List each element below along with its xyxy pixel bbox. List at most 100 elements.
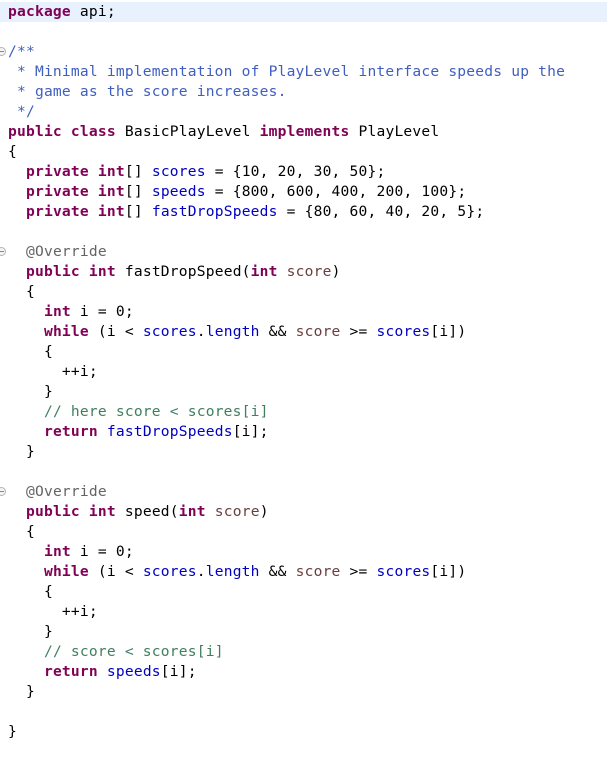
keyword-token: public [25,503,80,520]
code-line[interactable]: { [0,142,607,162]
code-line[interactable]: // here score < scores[i] [0,402,607,422]
code-line[interactable]: return fastDropSpeeds[i]; [0,422,607,442]
keyword-token: int [97,163,125,180]
parameter-token: score [295,563,341,580]
code-line[interactable] [0,22,607,42]
keyword-token: private [25,183,89,200]
code-line[interactable]: while (i < scores.length && score >= sco… [0,562,607,582]
code-editor[interactable]: package api; /** * Minimal implementatio… [0,2,607,742]
keyword-token: private [25,163,89,180]
code-line[interactable]: /** [0,42,607,62]
code-line[interactable]: { [0,282,607,302]
code-line[interactable] [0,462,607,482]
code-token: >= [340,323,377,340]
code-line[interactable]: } [0,622,607,642]
code-token: [i]; [160,663,197,680]
code-line[interactable]: { [0,522,607,542]
code-line[interactable]: } [0,382,607,402]
code-line[interactable]: { [0,582,607,602]
code-line[interactable]: } [0,682,607,702]
code-line[interactable] [0,702,607,722]
code-line[interactable]: ++i; [0,362,607,382]
code-token: } [8,383,53,400]
code-line[interactable]: int i = 0; [0,302,607,322]
field-token: speeds [106,663,161,680]
comment-token: // here score < scores[i] [43,403,269,420]
code-token: && [259,563,296,580]
code-line[interactable]: // score < scores[i] [0,642,607,662]
code-token: BasicPlayLevel [115,123,260,140]
code-token: { [8,343,53,360]
keyword-token: int [88,263,116,280]
code-line[interactable]: public class BasicPlayLevel implements P… [0,122,607,142]
code-token: api; [70,3,116,20]
code-line[interactable]: private int[] speeds = {800, 600, 400, 2… [0,182,607,202]
annotation-token: @Override [25,243,107,260]
code-line[interactable]: private int[] fastDropSpeeds = {80, 60, … [0,202,607,222]
keyword-token: return [43,423,98,440]
keyword-token: int [43,303,71,320]
javadoc-token: */ [8,103,35,120]
current-code-line[interactable]: package api; [0,2,607,22]
code-line[interactable]: { [0,342,607,362]
javadoc-token: /** [8,43,35,60]
code-line[interactable] [0,222,607,242]
code-line[interactable]: } [0,722,607,742]
keyword-token: int [97,183,125,200]
code-line[interactable]: */ [0,102,607,122]
code-token: i = 0; [70,303,134,320]
code-line[interactable]: int i = 0; [0,542,607,562]
fold-collapse-icon[interactable] [0,247,6,256]
code-token: [] [124,163,152,180]
code-line[interactable]: private int[] scores = {10, 20, 30, 50}; [0,162,607,182]
code-line[interactable]: ++i; [0,602,607,622]
code-line[interactable]: @Override [0,482,607,502]
code-token: PlayLevel [349,123,440,140]
parameter-token: score [295,323,341,340]
code-token: [i]) [430,323,467,340]
field-token: scores [142,323,197,340]
keyword-token: private [25,203,89,220]
keyword-token: public [25,263,80,280]
fold-collapse-icon[interactable] [0,487,6,496]
code-token: i = 0; [70,543,134,560]
code-token: ) [259,503,269,520]
code-token: [i]; [232,423,269,440]
code-line[interactable]: while (i < scores.length && score >= sco… [0,322,607,342]
field-token: length [205,323,260,340]
keyword-token: int [178,503,206,520]
code-line[interactable]: public int speed(int score) [0,502,607,522]
code-token: { [8,283,35,300]
field-token: fastDropSpeeds [151,203,278,220]
field-token: length [205,563,260,580]
code-token: ) [331,263,341,280]
code-line[interactable]: return speeds[i]; [0,662,607,682]
code-line[interactable]: * game as the score increases. [0,82,607,102]
code-token: [i]) [430,563,467,580]
fold-collapse-icon[interactable] [0,47,6,56]
code-line[interactable]: } [0,442,607,462]
keyword-token: implements [259,123,350,140]
code-token: } [8,623,53,640]
code-line[interactable]: @Override [0,242,607,262]
code-token: = {800, 600, 400, 200, 100}; [205,183,467,200]
annotation-token: @Override [25,483,107,500]
code-line[interactable]: public int fastDropSpeed(int score) [0,262,607,282]
code-token: } [8,723,17,740]
code-token: ++i; [8,363,98,380]
code-token: . [196,563,206,580]
field-token: scores [376,563,431,580]
code-line[interactable]: * Minimal implementation of PlayLevel in… [0,62,607,82]
